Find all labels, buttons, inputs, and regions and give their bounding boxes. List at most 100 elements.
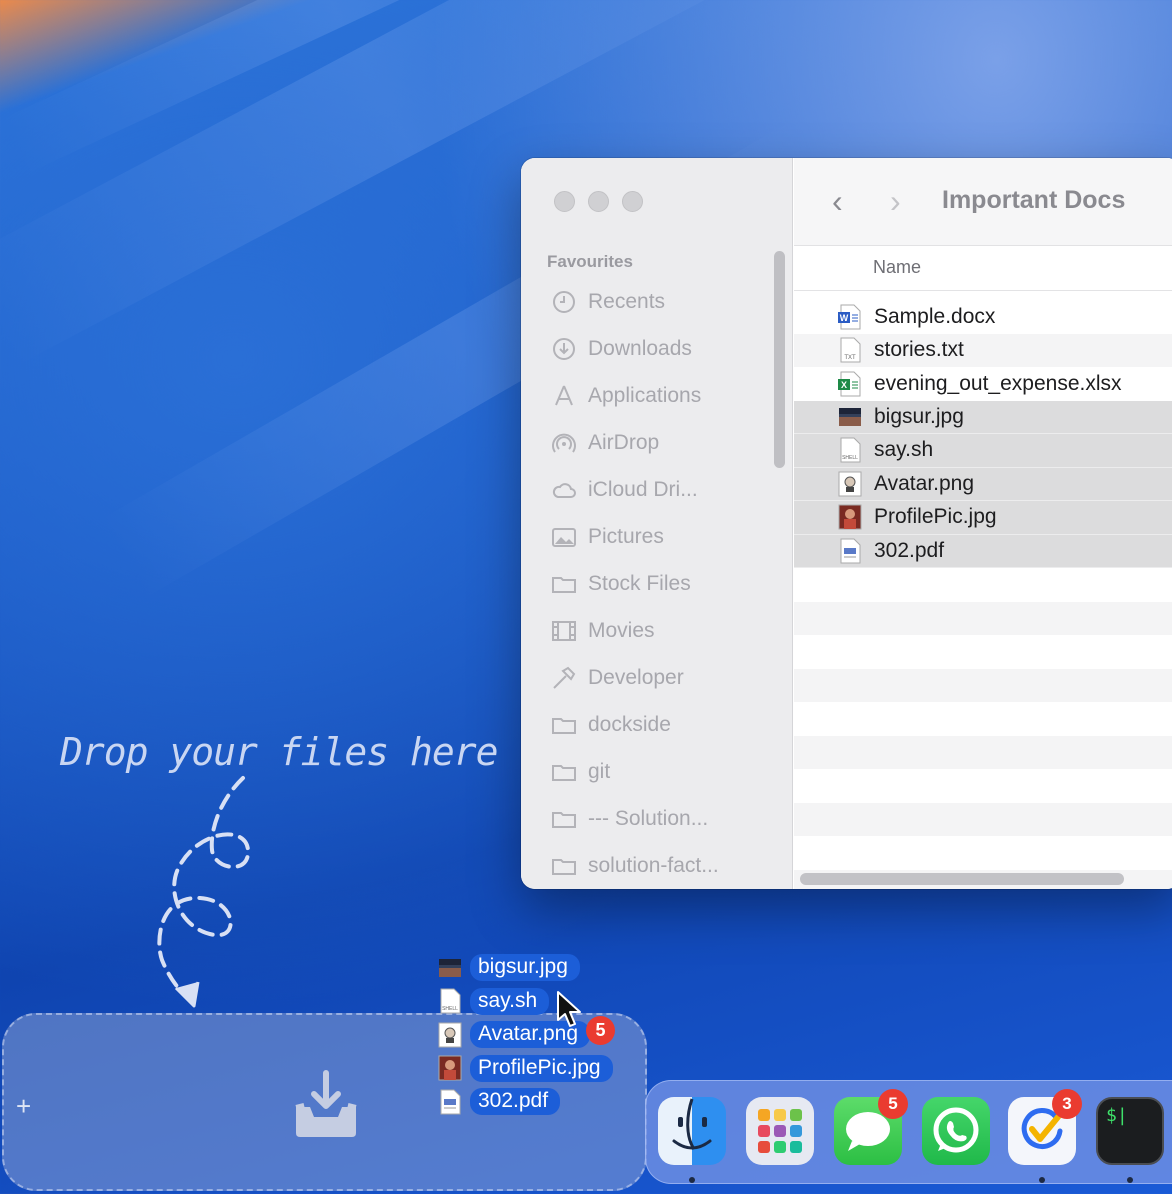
empty-row xyxy=(794,668,1172,702)
dock-app-launchpad[interactable] xyxy=(746,1097,814,1165)
finder-file-list-pane: ‹ › Important Docs Name W Sample.docx TX… xyxy=(794,158,1172,889)
picture-icon xyxy=(552,527,576,547)
svg-text:W: W xyxy=(840,313,849,323)
sidebar-item-developer[interactable]: Developer xyxy=(521,654,792,701)
file-row-selected[interactable]: bigsur.jpg xyxy=(794,400,1172,434)
empty-row xyxy=(794,802,1172,836)
finder-icon xyxy=(672,1098,712,1150)
folder-icon xyxy=(552,858,576,875)
add-button[interactable]: + xyxy=(16,1091,31,1122)
dragged-file: SHELL say.sh xyxy=(438,985,613,1019)
finder-sidebar: Favourites Recents Downloads Application… xyxy=(521,158,793,889)
sidebar-item-label: Recents xyxy=(588,289,666,313)
sidebar-item-git[interactable]: git xyxy=(521,748,792,795)
sidebar-item-label: Stock Files xyxy=(588,571,691,595)
empty-row xyxy=(794,635,1172,669)
avatar-thumbnail-icon xyxy=(838,471,862,497)
finder-window: Favourites Recents Downloads Application… xyxy=(521,158,1172,889)
terminal-icon: $| xyxy=(1106,1105,1128,1126)
finder-toolbar: ‹ › Important Docs xyxy=(794,158,1172,246)
column-header-label: Name xyxy=(873,257,922,277)
window-title: Important Docs xyxy=(942,186,1126,214)
back-button[interactable]: ‹ xyxy=(832,185,843,217)
file-row[interactable]: TXT stories.txt xyxy=(794,333,1172,367)
launchpad-icon xyxy=(758,1109,802,1153)
sidebar-item-movies[interactable]: Movies xyxy=(521,607,792,654)
dock-app-terminal[interactable]: $| xyxy=(1096,1097,1164,1165)
tasks-badge: 3 xyxy=(1052,1089,1082,1119)
file-name: Avatar.png xyxy=(874,471,975,495)
empty-row xyxy=(794,601,1172,635)
hammer-icon xyxy=(553,666,576,689)
svg-text:SHELL: SHELL xyxy=(442,1006,458,1012)
sidebar-item-solution[interactable]: --- Solution... xyxy=(521,795,792,842)
running-indicator xyxy=(689,1177,695,1183)
file-name: evening_out_expense.xlsx xyxy=(874,371,1122,395)
excel-icon: X xyxy=(838,371,861,397)
close-window-button[interactable] xyxy=(554,191,575,212)
photo-thumbnail-icon xyxy=(438,1055,462,1081)
folder-icon xyxy=(552,717,576,734)
file-row[interactable]: X evening_out_expense.xlsx xyxy=(794,367,1172,401)
tray-download-icon xyxy=(295,1070,357,1137)
empty-row xyxy=(794,735,1172,769)
dragged-file: 302.pdf xyxy=(438,1085,613,1119)
sidebar-item-solution-fact[interactable]: solution-fact... xyxy=(521,842,792,889)
sidebar-item-applications[interactable]: Applications xyxy=(521,372,792,419)
sidebar-item-dockside[interactable]: dockside xyxy=(521,701,792,748)
dragged-file: bigsur.jpg xyxy=(438,951,613,985)
folder-icon xyxy=(552,764,576,781)
file-row-selected[interactable]: Avatar.png xyxy=(794,467,1172,501)
sidebar-item-label: git xyxy=(588,759,611,783)
sidebar-scrollbar[interactable] xyxy=(774,251,785,468)
column-header-name[interactable]: Name xyxy=(794,246,1172,291)
file-row[interactable]: W Sample.docx xyxy=(794,300,1172,334)
horizontal-scrollbar[interactable] xyxy=(800,873,1124,885)
sidebar-item-label: Movies xyxy=(588,618,655,642)
sidebar-item-downloads[interactable]: Downloads xyxy=(521,325,792,372)
dragged-file-name: bigsur.jpg xyxy=(470,954,580,982)
drag-count-badge: 5 xyxy=(586,1016,615,1045)
dock-app-finder[interactable] xyxy=(658,1097,726,1165)
sidebar-item-icloud[interactable]: iCloud Dri... xyxy=(521,466,792,513)
pdf-icon xyxy=(840,538,861,564)
sidebar-item-airdrop[interactable]: AirDrop xyxy=(521,419,792,466)
shell-script-icon: SHELL xyxy=(440,988,461,1014)
shell-script-icon: SHELL xyxy=(840,437,861,463)
file-list: W Sample.docx TXT stories.txt X evening_… xyxy=(794,300,1172,889)
file-row-selected[interactable]: SHELL say.sh xyxy=(794,434,1172,468)
sidebar-item-label: iCloud Dri... xyxy=(588,477,698,501)
zoom-window-button[interactable] xyxy=(622,191,643,212)
file-name: stories.txt xyxy=(874,338,964,362)
file-row-selected[interactable]: ProfilePic.jpg xyxy=(794,501,1172,535)
film-icon xyxy=(552,620,576,641)
curly-arrow-icon xyxy=(157,776,251,1008)
chevron-right-icon: › xyxy=(890,183,901,219)
window-controls xyxy=(554,191,643,212)
image-thumbnail-icon xyxy=(439,958,461,977)
sidebar-item-stock-files[interactable]: Stock Files xyxy=(521,560,792,607)
sidebar-item-pictures[interactable]: Pictures xyxy=(521,513,792,560)
sidebar-item-label: Pictures xyxy=(588,524,664,548)
dragged-file-name: ProfilePic.jpg xyxy=(470,1054,613,1082)
dock: 5 3 $| xyxy=(645,1080,1172,1184)
dock-app-whatsapp[interactable] xyxy=(922,1097,990,1165)
whatsapp-icon xyxy=(933,1107,979,1153)
photo-thumbnail-icon xyxy=(838,504,862,530)
svg-text:X: X xyxy=(841,380,847,390)
airdrop-icon xyxy=(552,433,576,453)
sidebar-item-label: Applications xyxy=(588,383,702,407)
running-indicator xyxy=(1127,1177,1133,1183)
forward-button[interactable]: › xyxy=(890,185,901,217)
sidebar-item-label: Downloads xyxy=(588,336,692,360)
minimize-window-button[interactable] xyxy=(588,191,609,212)
dragged-file-name: 302.pdf xyxy=(470,1088,561,1116)
clock-icon xyxy=(553,290,575,313)
cloud-icon xyxy=(552,482,576,498)
file-row-selected[interactable]: 302.pdf xyxy=(794,534,1172,568)
file-name: bigsur.jpg xyxy=(874,404,964,428)
sidebar-item-label: --- Solution... xyxy=(588,806,709,830)
empty-row xyxy=(794,769,1172,803)
pdf-icon xyxy=(440,1089,461,1115)
sidebar-item-recents[interactable]: Recents xyxy=(521,278,792,325)
